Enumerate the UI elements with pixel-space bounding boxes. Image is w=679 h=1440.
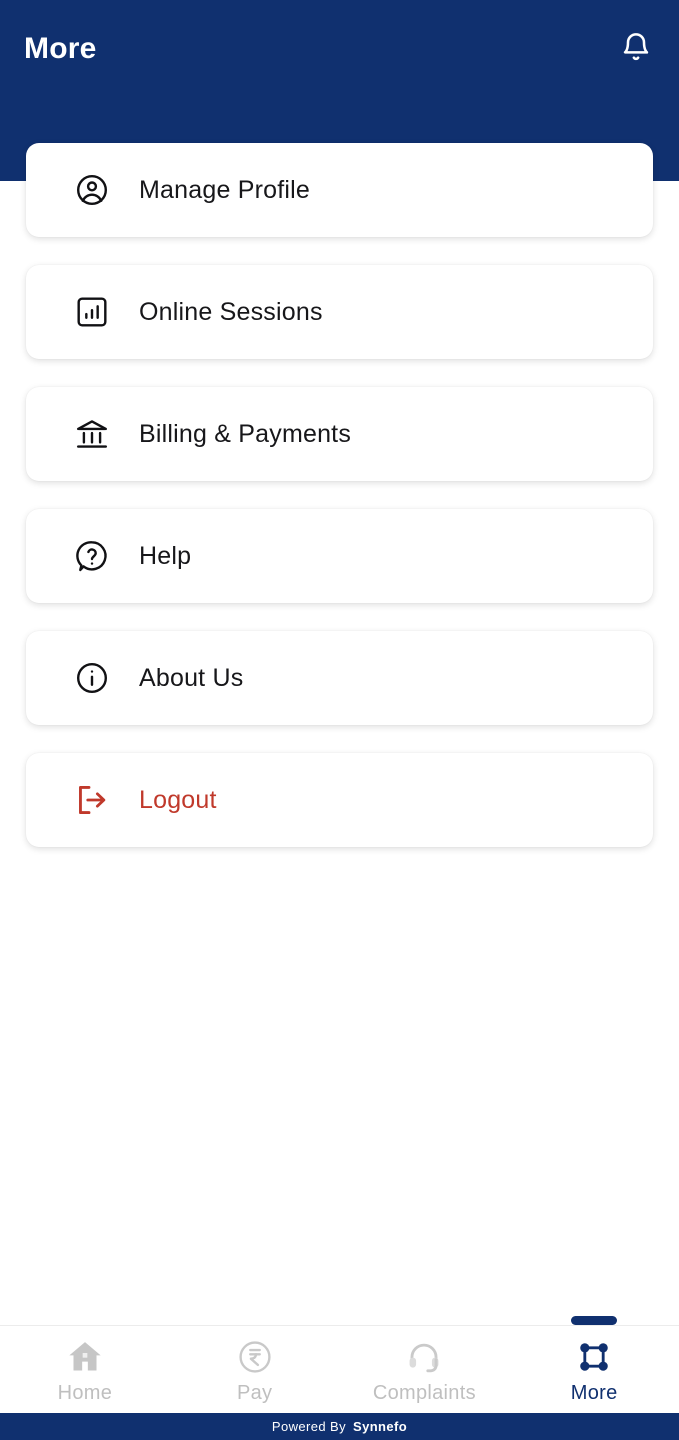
nav-item-label: Complaints <box>372 1381 476 1404</box>
bell-icon <box>620 30 652 69</box>
bottom-navigation: Home Pay Complaints More <box>0 1316 679 1414</box>
info-circle-icon <box>72 658 112 698</box>
menu-item-manage-profile[interactable]: Manage Profile <box>26 143 653 237</box>
nav-item-label: Home <box>57 1381 113 1404</box>
menu-item-label: Online Sessions <box>139 297 323 326</box>
menu-item-about-us[interactable]: About Us <box>26 631 653 725</box>
active-tab-indicator <box>571 1316 618 1325</box>
bar-chart-box-icon <box>72 292 112 332</box>
user-circle-icon <box>72 170 112 210</box>
page-title: More <box>24 32 97 65</box>
menu-list: Manage Profile Online Sessions Billing &… <box>0 143 679 875</box>
brand-name: Synnefo <box>353 1419 408 1434</box>
notification-button[interactable] <box>613 26 659 72</box>
menu-item-logout[interactable]: Logout <box>26 753 653 847</box>
menu-item-label: Help <box>139 541 192 570</box>
menu-item-online-sessions[interactable]: Online Sessions <box>26 265 653 359</box>
nav-item-label: Pay <box>236 1381 273 1404</box>
home-icon <box>65 1336 105 1378</box>
logout-icon <box>72 780 112 820</box>
nav-item-home[interactable]: Home <box>0 1326 170 1414</box>
menu-item-billing-payments[interactable]: Billing & Payments <box>26 387 653 481</box>
nav-item-label: More <box>570 1381 618 1404</box>
menu-item-label: Manage Profile <box>139 175 310 204</box>
more-screen: More Manage Profile Online Sessions Bill… <box>0 0 679 1440</box>
headset-icon <box>405 1336 443 1378</box>
menu-item-label: Billing & Payments <box>139 419 352 448</box>
menu-item-label: About Us <box>139 663 244 692</box>
nav-item-more[interactable]: More <box>509 1316 679 1414</box>
menu-item-label: Logout <box>139 785 217 814</box>
rupee-circle-icon <box>236 1336 274 1378</box>
menu-item-help[interactable]: Help <box>26 509 653 603</box>
nav-item-complaints[interactable]: Complaints <box>340 1326 510 1414</box>
powered-by-footer: Powered By Synnefo <box>0 1413 679 1440</box>
question-bubble-icon <box>72 536 112 576</box>
grid-dots-icon <box>575 1336 613 1378</box>
nav-item-pay[interactable]: Pay <box>170 1326 340 1414</box>
powered-by-text: Powered By <box>271 1419 346 1434</box>
bank-icon <box>72 414 112 454</box>
